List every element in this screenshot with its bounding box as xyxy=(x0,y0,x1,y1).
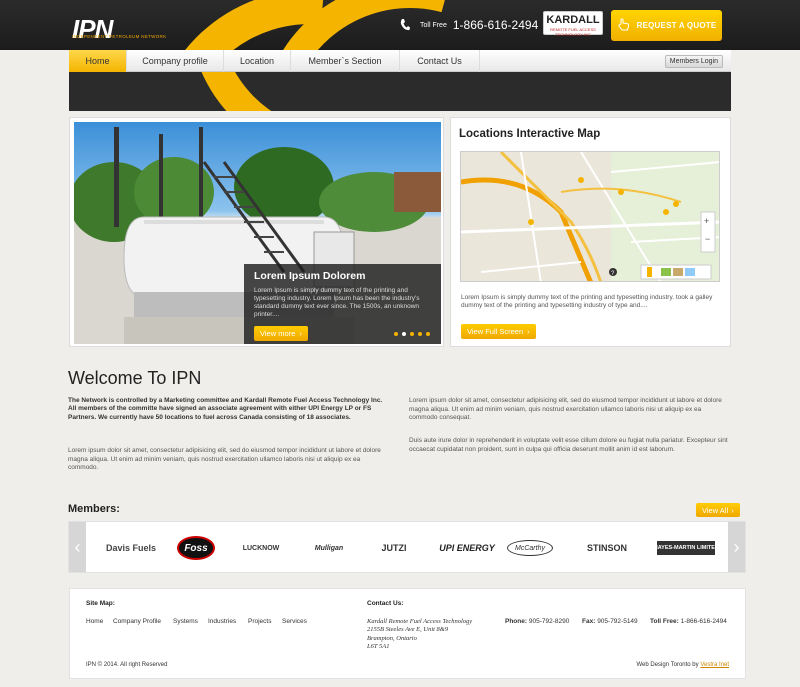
members-login-button[interactable]: Members Login xyxy=(664,55,723,68)
members-title: Members: xyxy=(68,503,120,515)
kardall-logo-subtitle: REMOTE FUEL ACCESS TECHNOLOGY INC xyxy=(550,27,596,37)
locations-map-panel: Locations Interactive Map + − ? Lorem Ip… xyxy=(450,117,731,347)
main-nav: Home Company profile Location Member`s S… xyxy=(69,50,731,72)
view-full-screen-label: View Full Screen xyxy=(467,327,524,336)
slider-dot[interactable] xyxy=(402,332,406,336)
member-logo-lucknow[interactable]: LUCKNOW xyxy=(239,536,283,560)
logo-text-pn: PN xyxy=(78,14,113,44)
carousel-next-button[interactable]: › xyxy=(728,522,745,572)
member-logo-mulligan[interactable]: Mulligan xyxy=(307,536,351,560)
footer-link-projects[interactable]: Projects xyxy=(248,618,271,625)
tollfree-label: Toll Free: xyxy=(650,618,679,625)
chevron-left-icon: ‹ xyxy=(74,536,81,557)
footer-phone: Phone: 905-792-8290 xyxy=(505,618,569,625)
carousel-prev-button[interactable]: ‹ xyxy=(69,522,86,572)
slider-dot[interactable] xyxy=(394,332,398,336)
nav-item-home[interactable]: Home xyxy=(69,50,127,72)
banner-swoosh-decoration xyxy=(139,72,539,111)
map-description: Lorem Ipsum is simply dummy text of the … xyxy=(461,294,713,309)
interactive-map[interactable]: + − ? xyxy=(460,151,720,282)
svg-text:+: + xyxy=(704,216,709,226)
address-line: L6T 5A1 xyxy=(367,642,390,650)
credit-text: Web Design Toronto by xyxy=(636,662,699,668)
chevron-right-icon: › xyxy=(299,329,302,338)
welcome-title: Welcome To IPN xyxy=(68,368,202,388)
address-line: 2155B Steeles Ave E, Unit 8&9 xyxy=(367,626,449,634)
slider-dot[interactable] xyxy=(426,332,430,336)
slider-dot[interactable] xyxy=(418,332,422,336)
map-title: Locations Interactive Map xyxy=(459,128,601,140)
address-line: Kardall Remote Fuel Access Technology xyxy=(367,618,473,625)
member-logo-upi-energy[interactable]: UPI ENERGY xyxy=(439,536,495,560)
contact-title: Contact Us: xyxy=(367,600,404,607)
footer-link-industries[interactable]: Industries xyxy=(208,618,236,625)
view-more-label: View more xyxy=(260,329,296,338)
kardall-partner-logo[interactable]: KARDALL REMOTE FUEL ACCESS TECHNOLOGY IN… xyxy=(543,11,603,37)
welcome-paragraph: Lorem ipsum dolor sit amet, consectetur … xyxy=(409,397,722,422)
phone-icon xyxy=(400,19,410,31)
member-logo-foss[interactable]: Foss xyxy=(177,536,215,560)
nav-item-location[interactable]: Location xyxy=(224,50,291,72)
header-phone: Toll Free 1-866-616-2494 xyxy=(400,18,538,32)
tollfree-value: 1-866-616-2494 xyxy=(680,618,727,625)
address-line: Brampton, Ontario xyxy=(367,634,417,642)
fax-value: 905-792-5149 xyxy=(597,618,638,625)
toll-free-label: Toll Free xyxy=(420,21,447,29)
phone-value: 905-792-8290 xyxy=(528,618,570,625)
footer-tollfree: Toll Free: 1-866-616-2494 xyxy=(650,618,727,625)
view-full-screen-button[interactable]: View Full Screen › xyxy=(461,324,536,339)
view-more-button[interactable]: View more › xyxy=(254,326,308,341)
view-all-label: View All xyxy=(702,505,729,515)
phone-number[interactable]: 1-866-616-2494 xyxy=(453,18,538,32)
sitemap-title: Site Map: xyxy=(86,600,115,607)
nav-banner-strip xyxy=(69,72,731,111)
site-footer: Site Map: Home Company Profile Systems I… xyxy=(69,588,746,679)
fuel-tank-photo: Lorem Ipsum Dolorem Lorem Ipsum is simpl… xyxy=(74,122,441,344)
footer-link-services[interactable]: Services xyxy=(282,618,307,625)
member-logo-mayes-martin[interactable]: MAYES-MARTIN LIMITED xyxy=(653,541,719,555)
kardall-logo-title: KARDALL xyxy=(546,14,600,26)
slider-dots xyxy=(394,332,430,336)
nav-item-company-profile[interactable]: Company profile xyxy=(127,50,224,72)
request-quote-label: REQUEST A QUOTE xyxy=(636,21,717,30)
member-logo-davis-fuels[interactable]: Davis Fuels xyxy=(101,536,161,560)
slider-dot[interactable] xyxy=(410,332,414,336)
footer-fax: Fax: 905-792-5149 xyxy=(582,618,638,625)
phone-label: Phone: xyxy=(505,618,528,625)
chevron-right-icon: › xyxy=(733,536,740,557)
welcome-intro: The Network is controlled by a Marketing… xyxy=(68,397,383,421)
request-quote-button[interactable]: REQUEST A QUOTE xyxy=(611,10,722,41)
members-carousel: ‹ Davis Fuels Foss LUCKNOW Mulligan JUTZ… xyxy=(68,521,746,573)
copyright: IPN © 2014. All right Reserved xyxy=(86,662,168,668)
welcome-paragraph: Lorem ipsum dolor sit amet, consectetur … xyxy=(68,447,381,472)
hero-slider: Lorem Ipsum Dolorem Lorem Ipsum is simpl… xyxy=(69,117,444,347)
welcome-paragraph: Duis aute irure dolor in reprehenderit i… xyxy=(409,437,728,453)
site-header: IPN INDEPENDENT PETROLEUM NETWORK Toll F… xyxy=(0,0,800,50)
nav-item-members-section[interactable]: Member`s Section xyxy=(291,50,400,72)
nav-item-contact-us[interactable]: Contact Us xyxy=(400,50,480,72)
footer-link-systems[interactable]: Systems xyxy=(173,618,198,625)
design-credit: Web Design Toronto by Vestra Inet xyxy=(636,662,729,668)
member-logo-stinson[interactable]: STINSON xyxy=(579,536,635,560)
footer-address: Kardall Remote Fuel Access Technology 21… xyxy=(367,618,472,651)
member-logo-jutzi[interactable]: JUTZI xyxy=(373,536,415,560)
view-all-members-button[interactable]: View All › xyxy=(696,503,740,517)
slide-caption-title: Lorem Ipsum Dolorem xyxy=(254,270,366,282)
hand-pointer-icon xyxy=(617,18,631,34)
fax-label: Fax: xyxy=(582,618,596,625)
svg-text:−: − xyxy=(705,234,710,244)
chevron-right-icon: › xyxy=(527,327,530,336)
credit-link[interactable]: Vestra Inet xyxy=(700,662,729,668)
footer-link-home[interactable]: Home xyxy=(86,618,103,625)
chevron-right-icon: › xyxy=(731,505,734,515)
ipn-logo[interactable]: IPN INDEPENDENT PETROLEUM NETWORK xyxy=(72,10,167,44)
logo-subtitle: INDEPENDENT PETROLEUM NETWORK xyxy=(72,34,167,39)
footer-link-company-profile[interactable]: Company Profile xyxy=(113,618,161,625)
member-logo-mccarthy[interactable]: McCarthy xyxy=(507,540,553,556)
slide-caption-text: Lorem Ipsum is simply dummy text of the … xyxy=(254,287,420,318)
